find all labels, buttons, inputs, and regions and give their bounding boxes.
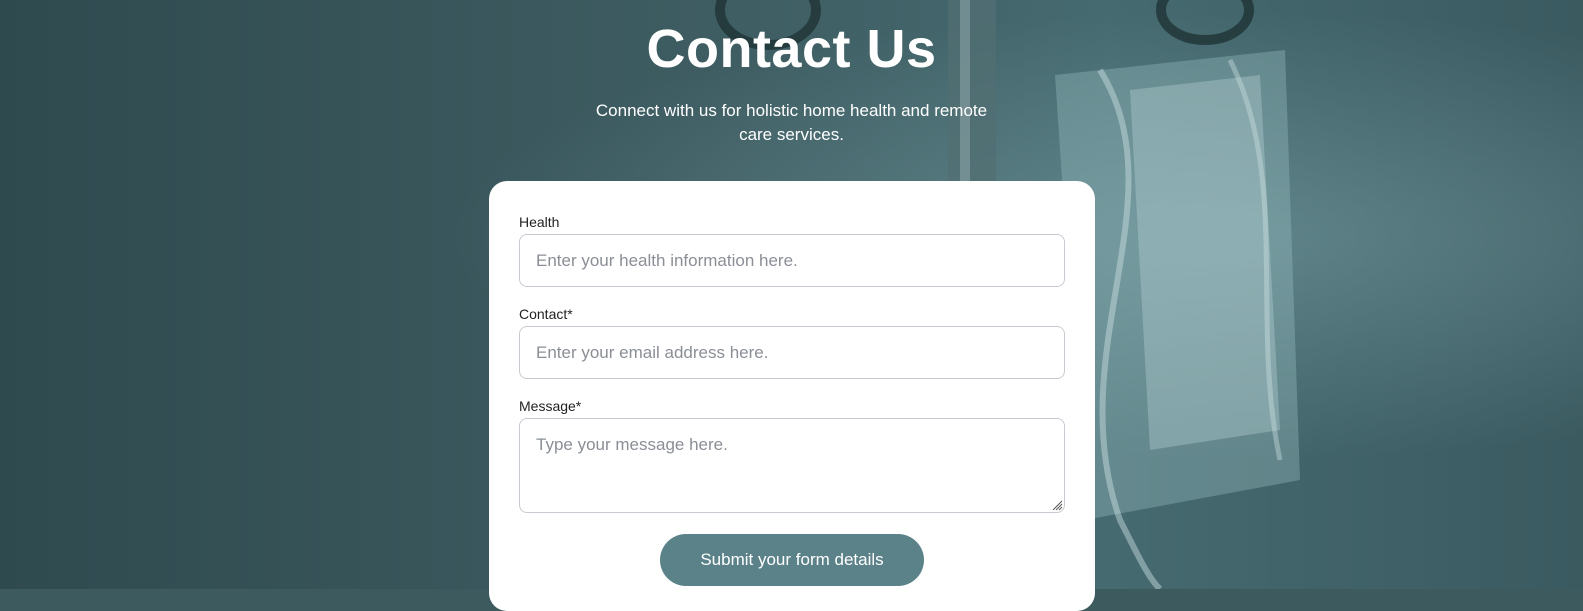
health-label: Health xyxy=(519,214,560,230)
page-title: Contact Us xyxy=(646,19,937,79)
contact-label: Contact* xyxy=(519,306,573,322)
message-label: Message* xyxy=(519,398,582,414)
contact-email-input[interactable] xyxy=(519,326,1065,379)
health-input[interactable] xyxy=(519,234,1065,287)
message-field-wrapper xyxy=(519,418,1065,513)
resize-grip-icon[interactable] xyxy=(1051,499,1063,511)
submit-button[interactable]: Submit your form details xyxy=(660,534,924,586)
message-textarea[interactable] xyxy=(519,418,1065,513)
contact-form: Health Contact* Message* Submit your for… xyxy=(489,181,1095,611)
page-subtitle: Connect with us for holistic home health… xyxy=(595,101,988,144)
